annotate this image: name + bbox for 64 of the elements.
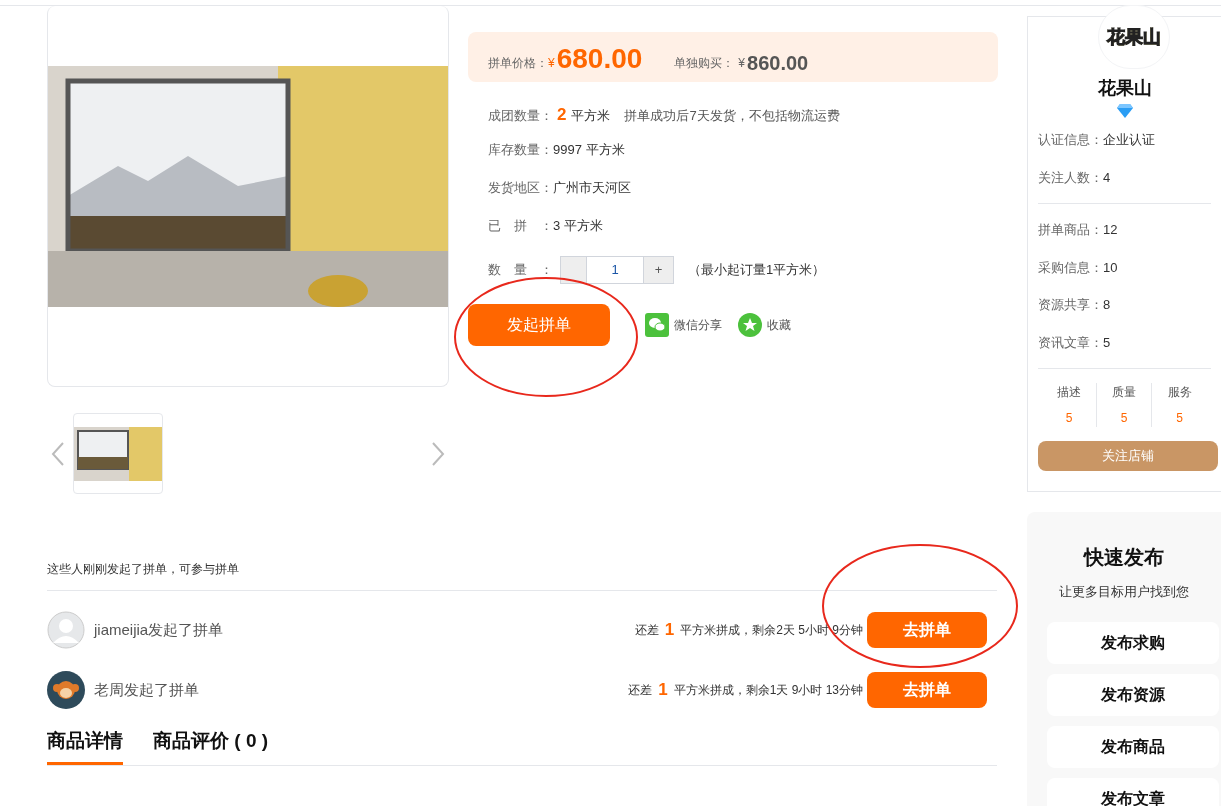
spec-value: 3 平方米	[553, 217, 603, 235]
shop-logo: 花果山	[1098, 5, 1170, 69]
publish-button[interactable]: 发布求购	[1047, 621, 1219, 664]
spec-label: 成团数量：	[488, 107, 553, 125]
chat-bubbles-icon[interactable]	[645, 313, 669, 337]
avatar-silhouette-icon	[47, 611, 85, 649]
remaining-amount: 1	[664, 619, 675, 642]
remaining-text: 平方米拼成，剩余1天 9小时 13分钟	[673, 682, 863, 699]
rating-value: 5	[1065, 410, 1073, 427]
solo-price-label: 单独购买：	[674, 55, 735, 72]
shop-info-value: 4	[1103, 168, 1111, 187]
group-list-title: 这些人刚刚发起了拼单，可参与拼单	[47, 560, 997, 591]
remaining-text: 平方米拼成，剩余2天 5小时 9分钟	[680, 622, 863, 639]
quick-publish-title: 快速发布	[1082, 545, 1165, 570]
shop-name: 花果山	[1096, 77, 1153, 100]
publish-button[interactable]: 发布商品	[1047, 725, 1219, 768]
spec-value: 9997 平方米	[553, 141, 625, 159]
shop-info-value: 10	[1103, 258, 1118, 277]
thumbnail[interactable]	[73, 413, 163, 494]
avatar-monkey-icon	[47, 671, 85, 709]
publish-button[interactable]: 发布文章	[1047, 777, 1219, 806]
quantity-label: 数 量 ：	[488, 261, 554, 280]
shop-info-label: 关注人数：	[1038, 168, 1103, 187]
remaining-prefix: 还差	[628, 682, 653, 699]
group-initiator: 老周发起了拼单	[94, 679, 199, 700]
spec-value: 广州市天河区	[553, 179, 631, 197]
shop-info-label: 采购信息：	[1038, 258, 1103, 277]
spec-note: 拼单成功后7天发货，不包括物流运费	[624, 107, 840, 125]
minimum-order-note: （最小起订量1平方米）	[688, 261, 826, 280]
currency-symbol: ¥	[738, 55, 745, 72]
tab[interactable]: 商品评价 ( 0 )	[153, 721, 269, 765]
diamond-icon	[1116, 104, 1133, 118]
group-price-label: 拼单价格：	[488, 55, 548, 72]
spec-label: 已 拼 ：	[488, 217, 553, 235]
quick-publish-subtitle: 让更多目标用户找到您	[1058, 583, 1190, 601]
rating-value: 5	[1120, 410, 1128, 427]
favorite-link[interactable]: 收藏	[767, 316, 791, 334]
group-price: 680.00	[556, 45, 643, 73]
shop-info-label: 认证信息：	[1038, 131, 1103, 149]
shop-info-value: 5	[1103, 333, 1111, 352]
rating-label: 描述	[1057, 384, 1081, 401]
remaining-prefix: 还差	[634, 622, 659, 639]
spec-unit: 平方米	[571, 107, 611, 125]
solo-price: 860.00	[747, 53, 809, 73]
spec-label: 库存数量：	[488, 141, 553, 159]
rating-value: 5	[1176, 410, 1183, 427]
spec-label: 发货地区：	[488, 179, 553, 197]
publish-button[interactable]: 发布资源	[1047, 673, 1219, 716]
plus-button[interactable]: +	[643, 256, 674, 284]
currency-symbol: ¥	[548, 55, 555, 72]
rating-label: 服务	[1167, 384, 1192, 401]
spec-value: 2	[557, 104, 567, 126]
rating-label: 质量	[1112, 384, 1136, 401]
shop-info-label: 资源共享：	[1038, 296, 1103, 314]
shop-info-label: 拼单商品：	[1038, 221, 1103, 239]
shop-info-value: 企业认证	[1103, 131, 1155, 149]
group-initiator: jiameijia发起了拼单	[94, 619, 224, 640]
share-link[interactable]: 微信分享	[674, 316, 722, 334]
remaining-amount: 1	[658, 679, 668, 702]
minus-button[interactable]	[560, 256, 587, 284]
shop-info-value: 8	[1103, 296, 1111, 314]
shop-info-label: 资讯文章：	[1038, 333, 1103, 352]
tab[interactable]: 商品详情	[47, 721, 123, 765]
shop-info-value: 12	[1103, 221, 1118, 239]
